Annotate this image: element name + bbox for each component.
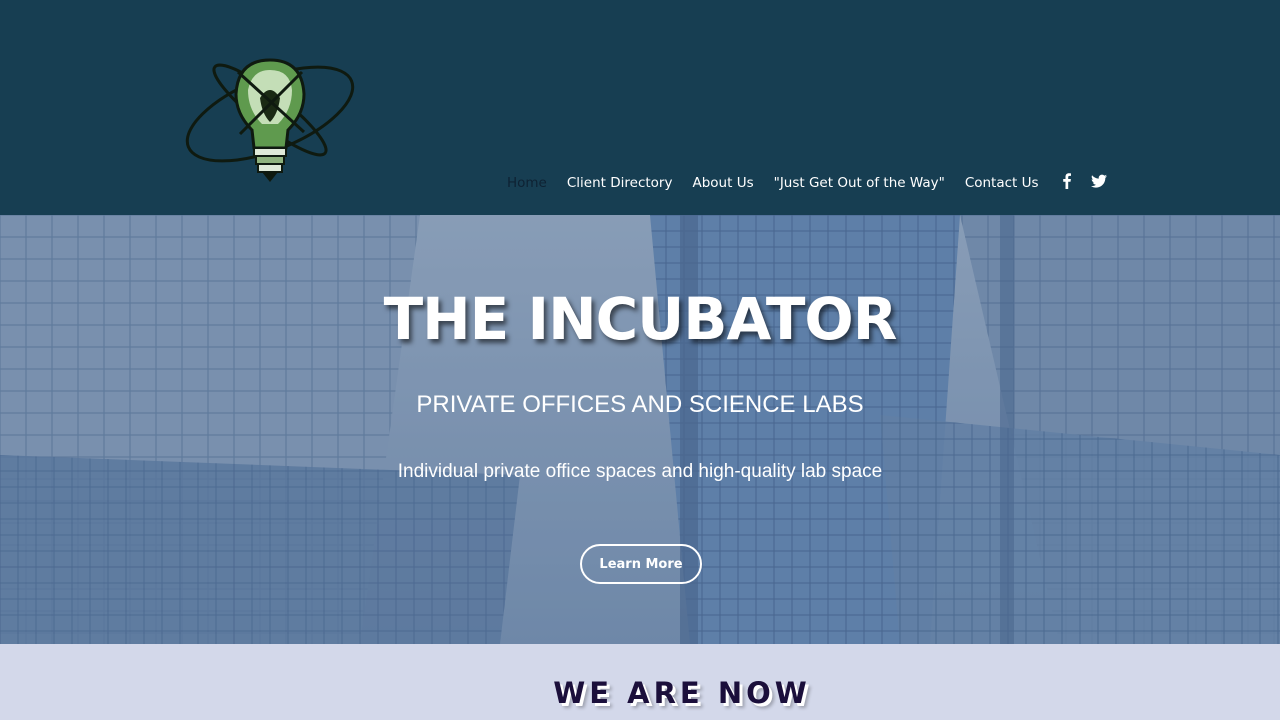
social-links (1058, 172, 1108, 190)
nav-item-home[interactable]: Home (497, 175, 557, 191)
nav-item-just-get-out-of-the-way[interactable]: "Just Get Out of the Way" (764, 175, 955, 191)
hero-section: THE INCUBATOR PRIVATE OFFICES AND SCIENC… (0, 215, 1280, 644)
facebook-icon[interactable] (1058, 172, 1076, 190)
site-header: Home Client Directory About Us "Just Get… (0, 0, 1280, 215)
nav-item-client-directory[interactable]: Client Directory (557, 175, 683, 191)
twitter-icon[interactable] (1090, 172, 1108, 190)
main-nav: Home Client Directory About Us "Just Get… (497, 172, 1049, 194)
incubator-logo[interactable] (178, 52, 360, 190)
nav-item-about-us[interactable]: About Us (682, 175, 763, 191)
nav-item-contact-us[interactable]: Contact Us (955, 175, 1049, 191)
section-heading: WE ARE NOW (553, 676, 811, 710)
hero-subtitle: PRIVATE OFFICES AND SCIENCE LABS (416, 391, 864, 418)
learn-more-button[interactable]: Learn More (580, 544, 702, 584)
hero-title: THE INCUBATOR (383, 285, 898, 353)
hero-description: Individual private office spaces and hig… (397, 461, 883, 482)
